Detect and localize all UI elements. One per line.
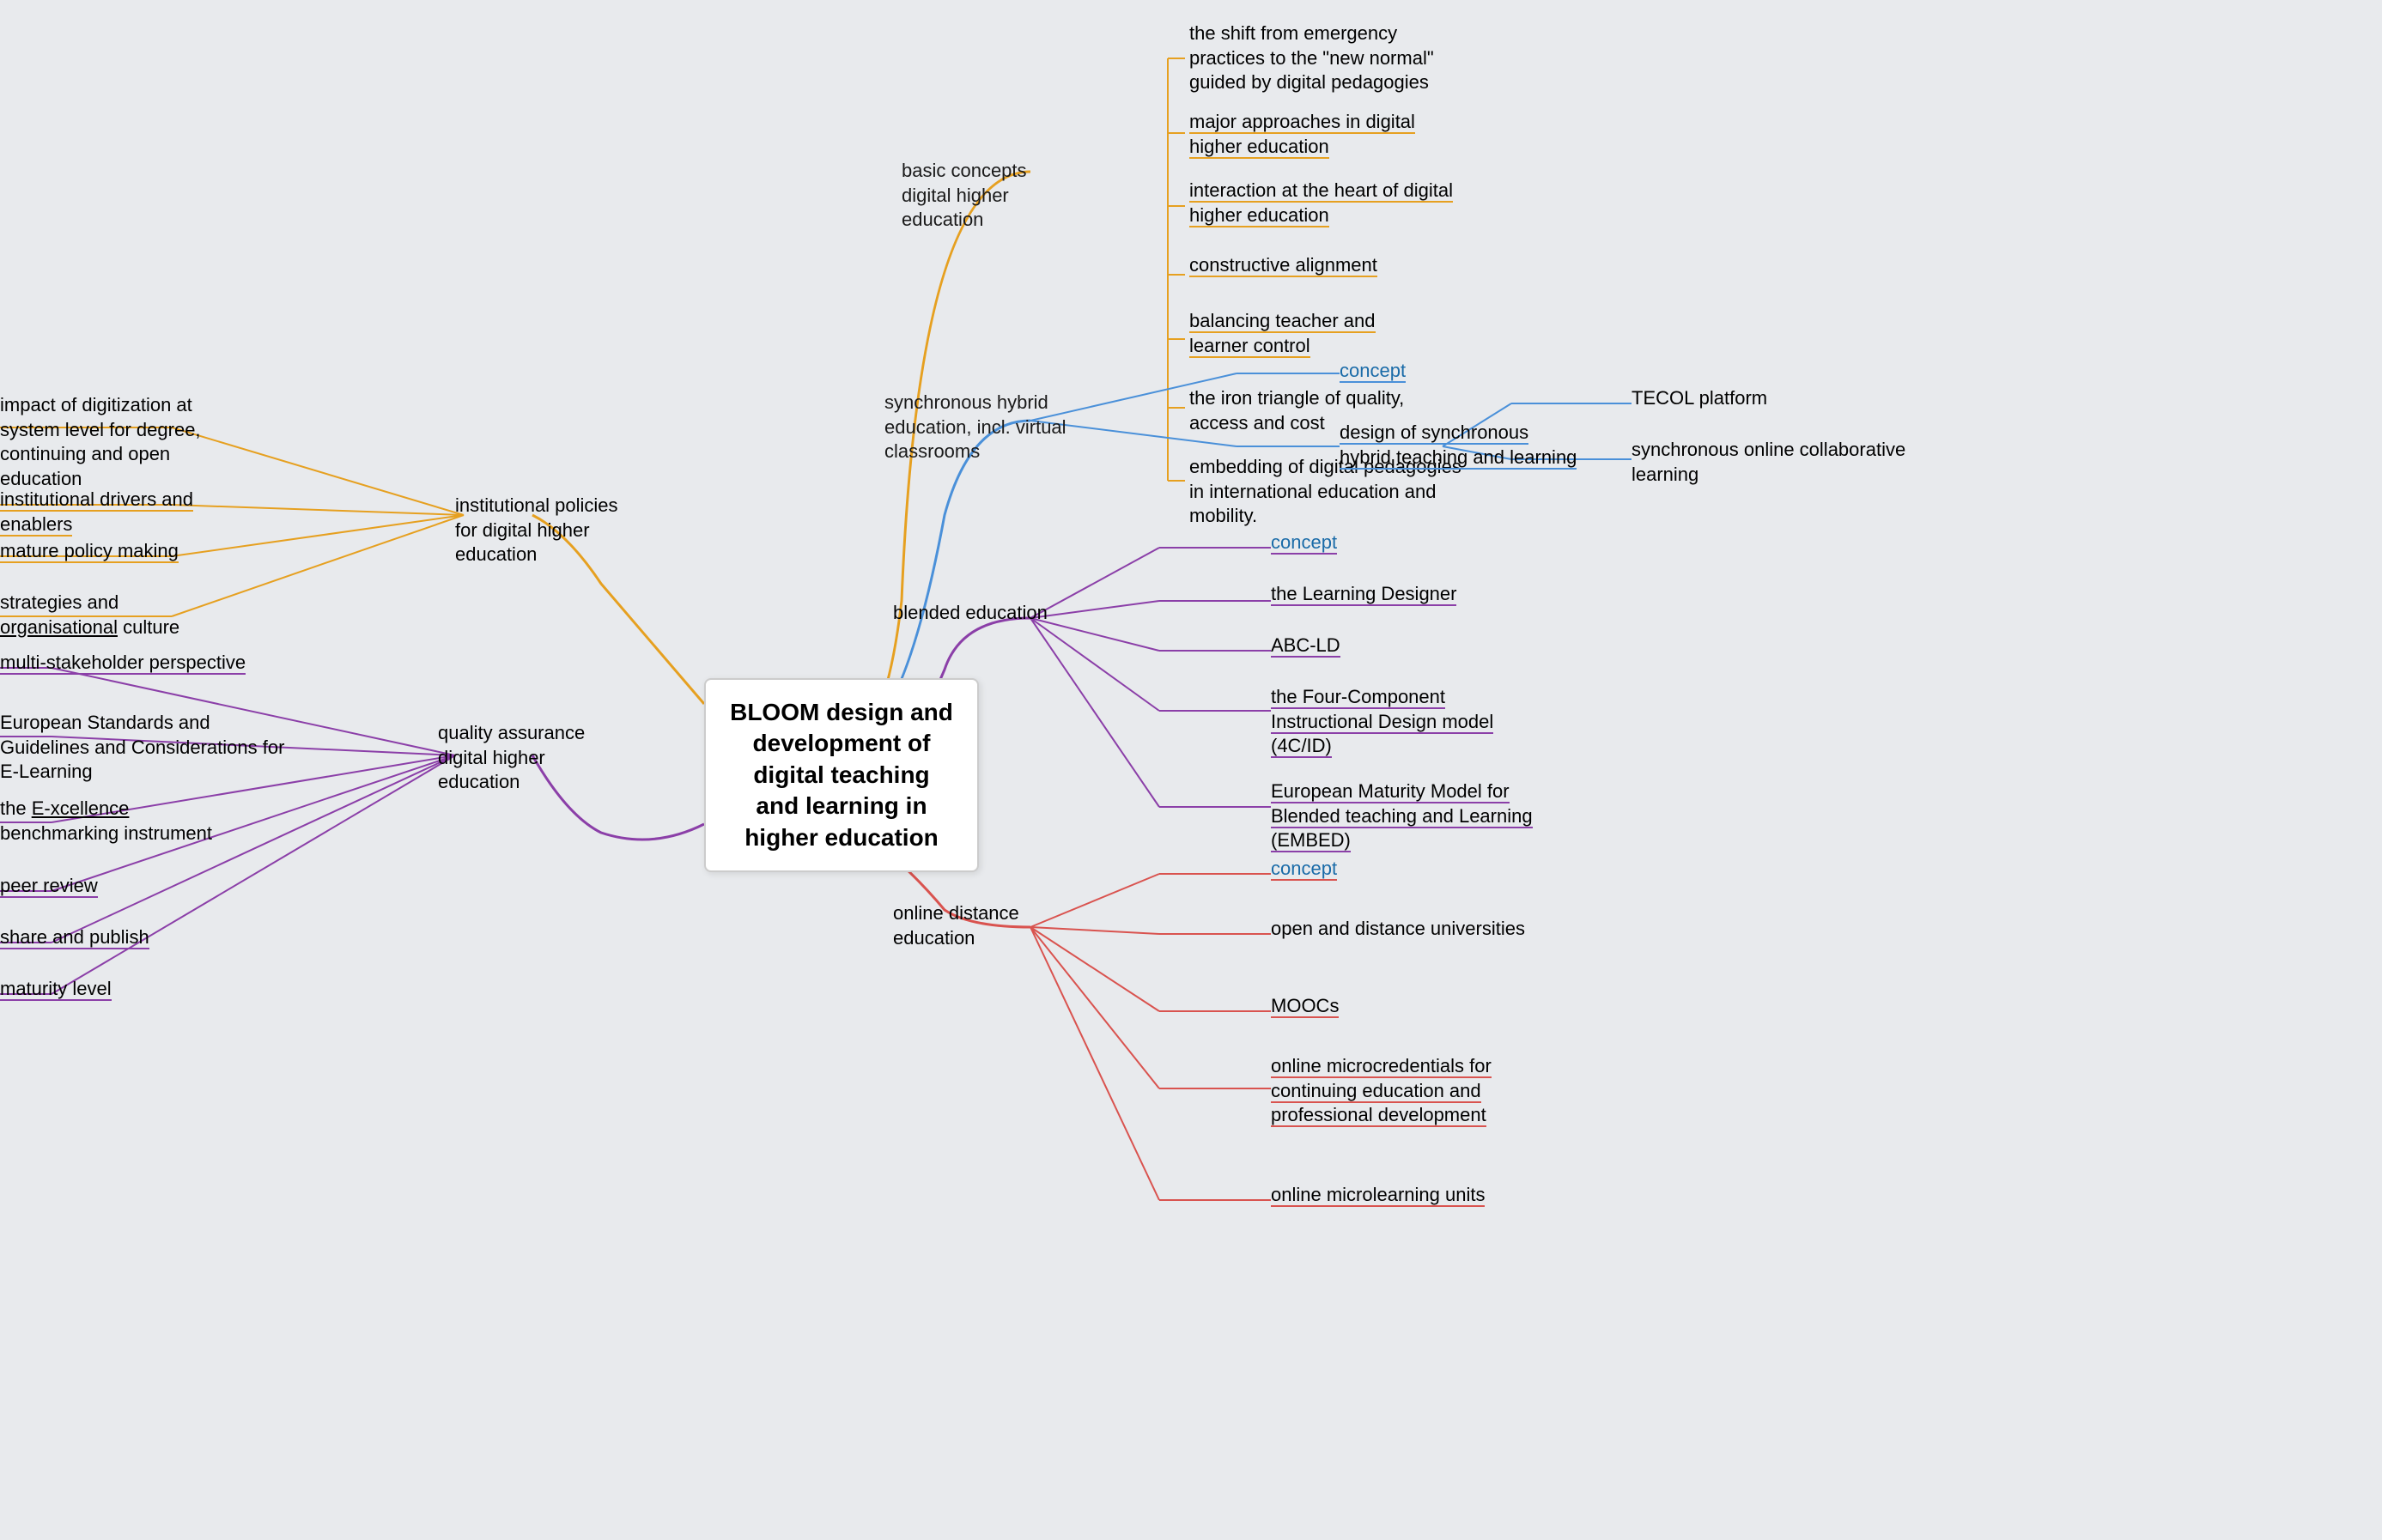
basic-concepts-label: basic concepts digital higher education [902, 160, 1027, 230]
synchronous-hybrid-hub: synchronous hybrid education, incl. virt… [884, 391, 1082, 464]
node-learning-designer: the Learning Designer [1271, 582, 1456, 607]
center-label: BLOOM design and development of digital … [730, 699, 953, 851]
blended-education-hub: blended education [893, 601, 1048, 626]
node-multi-stakeholder: multi-stakeholder perspective [0, 651, 246, 676]
node-design-synchronous-hybrid: design of synchronous hybrid teaching an… [1340, 421, 1580, 470]
node-blended-concept: concept [1271, 531, 1337, 555]
connections-svg [0, 0, 2382, 1540]
node-european-standards: European Standards and Guidelines and Co… [0, 711, 292, 785]
basic-concepts-hub: basic concepts digital higher education [902, 159, 1073, 233]
institutional-policies-hub: institutional policies for digital highe… [455, 494, 644, 567]
node-microlearning: online microlearning units [1271, 1183, 1485, 1208]
node-microcredentials: online microcredentials for continuing e… [1271, 1054, 1546, 1128]
node-constructive-alignment: constructive alignment [1189, 253, 1377, 278]
node-embed: European Maturity Model for Blended teac… [1271, 779, 1546, 853]
node-interaction-heart: interaction at the heart of digital high… [1189, 179, 1464, 227]
node-strategies-culture: strategies and organisational culture [0, 591, 223, 640]
mindmap-container: BLOOM design and development of digital … [0, 0, 2382, 1540]
node-four-component: the Four-Component Instructional Design … [1271, 685, 1546, 759]
node-sync-online-collaborative: synchronous online collaborative learnin… [1632, 438, 1906, 487]
node-major-approaches: major approaches in digital higher educa… [1189, 110, 1464, 159]
online-distance-hub: online distance education [893, 901, 1048, 950]
node-emergency-practices: the shift from emergency practices to th… [1189, 21, 1464, 95]
node-maturity-level: maturity level [0, 977, 112, 1002]
node-institutional-drivers: institutional drivers and enablers [0, 488, 223, 537]
node-open-distance-universities: open and distance universities [1271, 917, 1525, 942]
center-node: BLOOM design and development of digital … [704, 678, 979, 872]
node-impact-digitization: impact of digitization at system level f… [0, 393, 223, 491]
quality-assurance-hub: quality assurance digital higher educati… [438, 721, 627, 795]
node-share-publish: share and publish [0, 925, 149, 950]
node-mature-policy: mature policy making [0, 539, 179, 564]
node-distance-concept: concept [1271, 857, 1337, 882]
node-peer-review: peer review [0, 874, 98, 899]
node-excellence: the E-xcellence benchmarking instrument [0, 797, 240, 846]
node-tecol-platform: TECOL platform [1632, 386, 1767, 411]
node-moocs: MOOCs [1271, 994, 1339, 1019]
node-abc-ld: ABC-LD [1271, 634, 1340, 658]
node-sync-concept: concept [1340, 359, 1406, 384]
node-balancing-teacher: balancing teacher and learner control [1189, 309, 1430, 358]
